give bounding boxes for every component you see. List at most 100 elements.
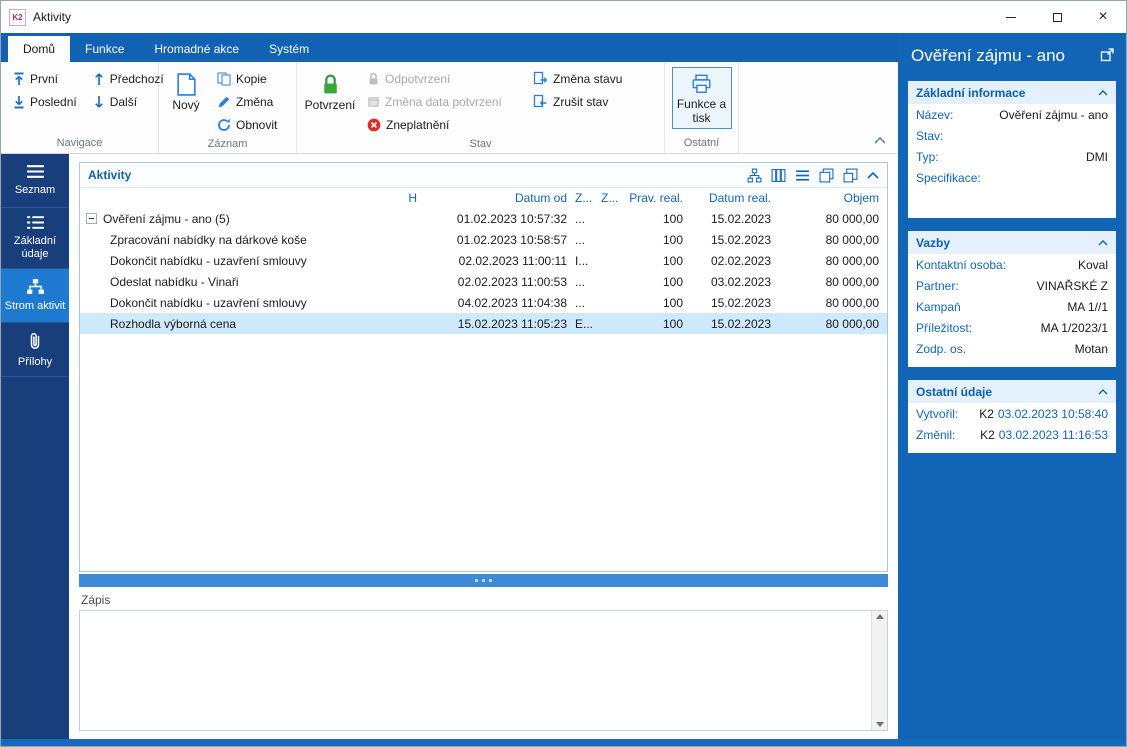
- field-value: MA 1/2023/1: [1040, 321, 1108, 335]
- refresh-label: Obnovit: [236, 117, 278, 132]
- detail-row: Změnil: K2 03.02.2023 11:16:53: [908, 424, 1116, 445]
- row-datum-od: 02.02.2023 11:00:11: [458, 253, 567, 268]
- confirm-label: Potvrzení: [304, 98, 356, 112]
- ribbon-collapse-button[interactable]: [874, 133, 886, 147]
- sidebar-item-zakladni-udaje[interactable]: Základní údaje: [1, 208, 69, 270]
- column-header-h[interactable]: H: [391, 191, 421, 205]
- titlebar: K2 Aktivity ×: [1, 1, 1126, 33]
- cascade-button[interactable]: [819, 168, 834, 183]
- first-label: První: [30, 71, 59, 86]
- chevron-up-icon[interactable]: [1098, 89, 1108, 96]
- tree-expander-icon[interactable]: [86, 213, 97, 224]
- maximize-icon: [1052, 12, 1062, 22]
- window-title: Aktivity: [33, 10, 72, 24]
- ribbon-group-navigace: První Předchozí Poslední Další Navigace: [1, 62, 164, 153]
- last-icon: [14, 95, 24, 108]
- detail-row: Kontaktní osoba: Koval: [908, 254, 1116, 275]
- zapis-scrollbar[interactable]: [871, 611, 887, 730]
- sidebar-item-strom-aktivit[interactable]: Strom aktivit: [1, 269, 69, 324]
- invalidate-button[interactable]: Zneplatnění: [359, 113, 525, 136]
- new-button[interactable]: Nový: [163, 67, 209, 116]
- field-label: Příležitost:: [916, 321, 973, 335]
- table-row[interactable]: Dokončit nabídku - uzavření smlouvy 02.0…: [80, 250, 887, 271]
- table-row[interactable]: Ověření zájmu - ano (5) 01.02.2023 10:57…: [80, 208, 887, 229]
- table-row[interactable]: Dokončit nabídku - uzavření smlouvy 04.0…: [80, 292, 887, 313]
- functions-print-button[interactable]: Funkce a tisk: [671, 67, 732, 129]
- table-body: Ověření zájmu - ano (5) 01.02.2023 10:57…: [80, 208, 887, 571]
- row-datum-real: 02.02.2023: [710, 253, 771, 268]
- row-z1: ...: [575, 295, 586, 310]
- horizontal-splitter[interactable]: [79, 574, 888, 587]
- column-header-prav-real[interactable]: Prav. real.: [623, 191, 687, 205]
- sidebar-item-label: Strom aktivit: [4, 300, 66, 313]
- zapis-textarea[interactable]: [79, 610, 888, 731]
- table-row-selected[interactable]: Rozhodla výborná cena 15.02.2023 11:05:2…: [80, 313, 887, 334]
- columns-button[interactable]: [771, 168, 786, 183]
- field-label: Typ:: [916, 150, 939, 164]
- printer-icon: [692, 74, 711, 93]
- created-date-link[interactable]: 03.02.2023 10:58:40: [998, 407, 1108, 421]
- ribbon-group-ostatni: Funkce a tisk Ostatní: [665, 62, 739, 153]
- column-header-datum-real[interactable]: Datum real.: [687, 191, 775, 205]
- card-header-zakladni[interactable]: Základní informace: [908, 81, 1116, 104]
- window-controls: ×: [988, 1, 1126, 33]
- unconfirm-button[interactable]: Odpotvrzení: [359, 67, 525, 90]
- restore-panel-button[interactable]: [843, 168, 858, 183]
- column-header-z1[interactable]: Z...: [571, 191, 597, 205]
- list-icon: [26, 165, 44, 178]
- chevron-up-icon: [867, 171, 879, 179]
- created-by-user: K2: [979, 407, 994, 421]
- confirm-button[interactable]: Potvrzení: [301, 67, 359, 116]
- main-area: Aktivity H Datum od Z... Z... Prav. real…: [69, 154, 898, 739]
- open-in-window-button[interactable]: [1100, 47, 1114, 65]
- first-button[interactable]: První: [5, 67, 85, 90]
- field-label: Specifikace:: [916, 171, 981, 185]
- field-value: DMI: [1086, 150, 1108, 164]
- changed-date-link[interactable]: 03.02.2023 11:16:53: [999, 428, 1108, 442]
- close-button[interactable]: ×: [1080, 1, 1126, 33]
- tab-hromadne-akce[interactable]: Hromadné akce: [139, 36, 254, 62]
- card-header-ostatni[interactable]: Ostatní údaje: [908, 380, 1116, 403]
- row-name: Odeslat nabídku - Vinaři: [110, 274, 239, 289]
- chevron-up-icon[interactable]: [1098, 388, 1108, 395]
- row-prav-real: 100: [662, 253, 683, 268]
- column-header-objem[interactable]: Objem: [775, 191, 887, 205]
- row-name: Ověření zájmu - ano (5): [103, 211, 230, 226]
- tab-domu[interactable]: Domů: [8, 36, 71, 62]
- cancel-state-label: Zrušit stav: [553, 94, 609, 109]
- collapse-panel-button[interactable]: [867, 171, 879, 179]
- refresh-button[interactable]: Obnovit: [209, 113, 285, 136]
- row-z1: ...: [575, 211, 586, 226]
- unconfirm-label: Odpotvrzení: [385, 71, 451, 86]
- tab-system[interactable]: Systém: [254, 36, 324, 62]
- copy-label: Kopie: [236, 71, 267, 86]
- row-datum-od: 15.02.2023 11:05:23: [457, 316, 567, 331]
- row-objem: 80 000,00: [825, 295, 879, 310]
- tree-view-button[interactable]: [747, 168, 762, 183]
- detail-panel-title: Ověření zájmu - ano: [911, 46, 1066, 65]
- row-datum-od: 02.02.2023 11:00:53: [457, 274, 567, 289]
- menu-button[interactable]: [795, 169, 810, 182]
- sidebar-item-seznam[interactable]: Seznam: [1, 154, 69, 208]
- field-label: Partner:: [916, 279, 959, 293]
- last-button[interactable]: Poslední: [5, 90, 85, 113]
- copy-button[interactable]: Kopie: [209, 67, 285, 90]
- scroll-up-icon[interactable]: [875, 614, 884, 619]
- tab-funkce[interactable]: Funkce: [70, 36, 139, 62]
- change-button[interactable]: Změna: [209, 90, 285, 113]
- row-z1: E...: [575, 316, 594, 331]
- column-header-z2[interactable]: Z...: [597, 191, 623, 205]
- table-row[interactable]: Zpracování nabídky na dárkové koše 01.02…: [80, 229, 887, 250]
- change-confirm-date-button[interactable]: Změna data potvrzení: [359, 90, 525, 113]
- maximize-button[interactable]: [1034, 1, 1080, 33]
- chevron-up-icon[interactable]: [1098, 239, 1108, 246]
- scroll-down-icon[interactable]: [875, 722, 884, 727]
- cancel-state-button[interactable]: Zrušit stav: [525, 90, 630, 113]
- column-header-datum-od[interactable]: Datum od: [421, 191, 571, 205]
- sidebar-item-prilohy[interactable]: Přílohy: [1, 323, 69, 378]
- table-row[interactable]: Odeslat nabídku - Vinaři 02.02.2023 11:0…: [80, 271, 887, 292]
- change-state-button[interactable]: Změna stavu: [525, 67, 630, 90]
- minimize-button[interactable]: [988, 1, 1034, 33]
- card-header-vazby[interactable]: Vazby: [908, 231, 1116, 254]
- row-name: Dokončit nabídku - uzavření smlouvy: [110, 295, 307, 310]
